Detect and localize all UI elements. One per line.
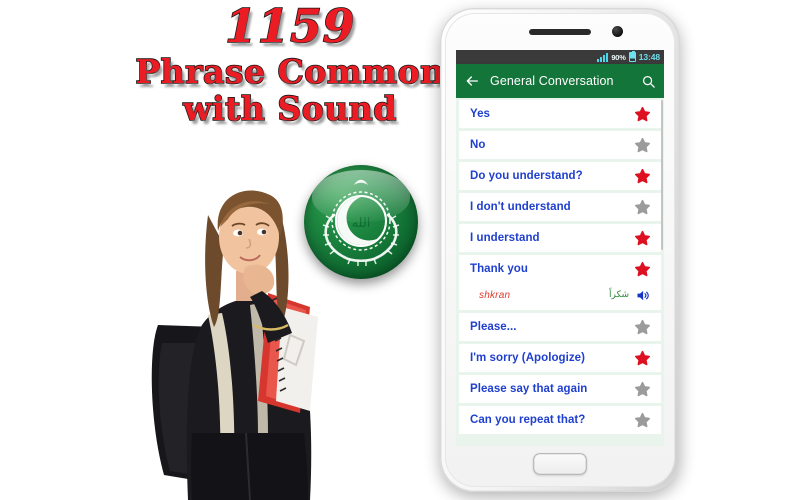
clock-label: 13:48 — [638, 52, 660, 62]
phrase-list[interactable]: Yes No Do you understand? I don't understan… — [456, 98, 664, 446]
phrase-arabic: شكراً — [609, 290, 629, 300]
star-outline-icon[interactable] — [634, 137, 651, 153]
phrase-label: Do you understand? — [470, 170, 583, 182]
phrase-row-main[interactable]: Thank you — [470, 255, 651, 283]
phrase-row[interactable]: Do you understand? — [459, 162, 661, 190]
phrase-label: I don't understand — [470, 201, 571, 213]
phrase-row[interactable]: Can you repeat that? — [459, 406, 661, 434]
phrase-row-main[interactable]: I don't understand — [470, 193, 651, 221]
arrow-left-icon[interactable] — [464, 73, 480, 89]
speaker-icon[interactable] — [634, 288, 651, 303]
star-filled-icon[interactable] — [634, 106, 651, 122]
phrase-label: Yes — [470, 108, 490, 120]
phrase-row-main[interactable]: Do you understand? — [470, 162, 651, 190]
star-outline-icon[interactable] — [634, 199, 651, 215]
phrase-row[interactable]: Yes — [459, 100, 661, 128]
svg-text:الله: الله — [352, 216, 371, 231]
star-outline-icon[interactable] — [634, 319, 651, 335]
search-icon[interactable] — [641, 74, 656, 89]
app-bar: General Conversation — [456, 64, 664, 98]
phone-screen: 90% 13:48 General Conversation Yes No Do y… — [456, 50, 664, 446]
battery-percent-label: 90% — [611, 52, 626, 62]
phrase-row-main[interactable]: Can you repeat that? — [470, 406, 651, 434]
list-scrollbar[interactable] — [661, 100, 663, 250]
phrase-label: Please say that again — [470, 383, 588, 395]
phrase-label: Thank you — [470, 263, 528, 275]
phrase-row-main[interactable]: No — [470, 131, 651, 159]
phrase-row[interactable]: No — [459, 131, 661, 159]
star-filled-icon[interactable] — [634, 350, 651, 366]
battery-icon — [628, 50, 636, 62]
app-bar-title: General Conversation — [490, 74, 614, 88]
emblem-artwork: الله — [322, 179, 400, 266]
promo-phrase-count: 1159 — [224, 0, 356, 53]
promo-banner: 1159 Phrase Common with Sound الله 90% 1… — [0, 0, 800, 500]
promo-title-block: 1159 Phrase Common with Sound — [110, 0, 470, 129]
phrase-label: No — [470, 139, 486, 151]
star-filled-icon[interactable] — [634, 168, 651, 184]
phrase-row-main[interactable]: I'm sorry (Apologize) — [470, 344, 651, 372]
phrase-row-main[interactable]: Please say that again — [470, 375, 651, 403]
star-filled-icon[interactable] — [634, 261, 651, 277]
promo-line-2: Phrase Common — [135, 51, 445, 91]
phone-mockup: 90% 13:48 General Conversation Yes No Do y… — [440, 8, 680, 492]
phrase-label: I'm sorry (Apologize) — [470, 352, 585, 364]
status-bar: 90% 13:48 — [456, 50, 664, 64]
phrase-row-main[interactable]: Yes — [470, 100, 651, 128]
phrase-row[interactable]: Please say that again — [459, 375, 661, 403]
phrase-row[interactable]: I understand — [459, 224, 661, 252]
phrase-label: Please... — [470, 321, 517, 333]
home-button[interactable] — [533, 453, 587, 475]
star-outline-icon[interactable] — [634, 381, 651, 397]
phrase-row[interactable]: Thank you shkran شكراً — [459, 255, 661, 310]
phrase-label: I understand — [470, 232, 540, 244]
arab-league-emblem-icon: الله — [304, 165, 418, 279]
star-outline-icon[interactable] — [634, 412, 651, 428]
promo-line-3: with Sound — [182, 89, 397, 129]
star-filled-icon[interactable] — [634, 230, 651, 246]
signal-strength-icon — [597, 52, 609, 62]
phrase-translation-row: shkran شكراً — [470, 283, 651, 307]
phrase-row[interactable]: Please... — [459, 313, 661, 341]
phrase-label: Can you repeat that? — [470, 414, 586, 426]
earpiece-speaker-icon — [529, 29, 591, 35]
phrase-row[interactable]: I'm sorry (Apologize) — [459, 344, 661, 372]
phrase-row-main[interactable]: I understand — [470, 224, 651, 252]
phrase-transliteration: shkran — [479, 289, 511, 301]
phrase-row[interactable]: I don't understand — [459, 193, 661, 221]
phrase-row-main[interactable]: Please... — [470, 313, 651, 341]
front-camera-icon — [612, 26, 623, 37]
